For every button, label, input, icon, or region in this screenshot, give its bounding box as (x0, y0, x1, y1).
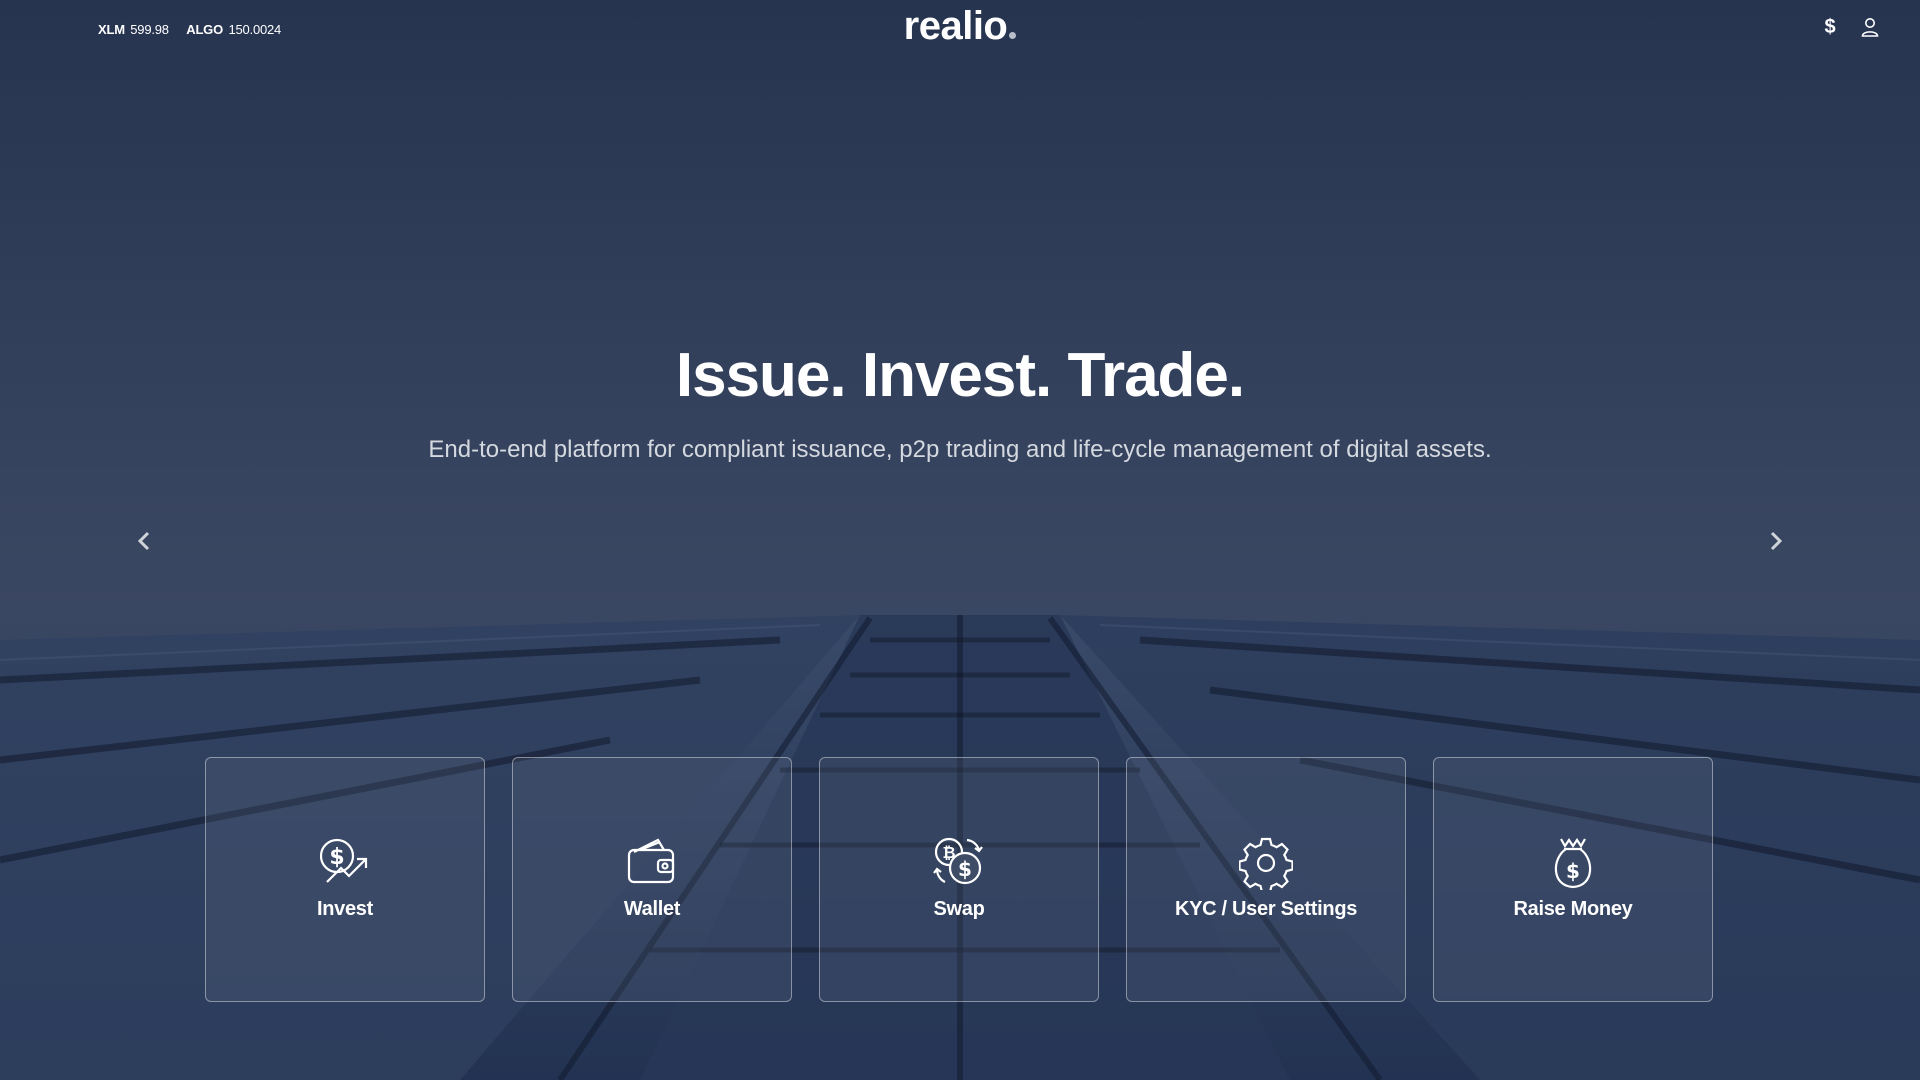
invest-card[interactable]: $ Invest (205, 757, 485, 1002)
swap-card[interactable]: ₿ $ Swap (819, 757, 1099, 1002)
raise-money-card[interactable]: $ Raise Money (1433, 757, 1713, 1002)
wallet-icon (627, 838, 675, 884)
svg-text:$: $ (329, 845, 344, 870)
carousel-prev-button[interactable] (129, 526, 159, 556)
chevron-left-icon (137, 531, 150, 551)
swap-icon: ₿ $ (933, 837, 983, 885)
invest-icon: $ (319, 838, 368, 883)
hero-title: Issue. Invest. Trade. (675, 341, 1245, 410)
realio-logo[interactable]: realio (0, 4, 1920, 49)
card-label: Wallet (623, 898, 681, 920)
svg-text:$: $ (1566, 859, 1580, 883)
kyc-settings-card[interactable]: KYC / User Settings (1126, 757, 1406, 1002)
hero-subtitle: End-to-end platform for compliant issuan… (428, 436, 1492, 463)
card-icon-wrap: $ (206, 836, 484, 890)
card-icon-wrap: ₿ $ (820, 836, 1098, 890)
carousel-next-button[interactable] (1761, 526, 1791, 556)
card-label: Swap (933, 898, 985, 920)
user-icon (1861, 18, 1879, 37)
card-label: Invest (316, 898, 373, 920)
wallet-card[interactable]: Wallet (512, 757, 792, 1002)
dollar-icon: $ (1824, 15, 1836, 38)
page: XLM 599.98 ALGO 150.0024 realio $ Issue.… (0, 0, 1920, 1080)
logo-text: realio (903, 4, 1008, 48)
chevron-right-icon (1770, 531, 1783, 551)
account-button[interactable] (1857, 14, 1883, 40)
currency-button[interactable]: $ (1817, 14, 1843, 40)
money-bag-icon: $ (1554, 838, 1592, 889)
card-label: Raise Money (1513, 898, 1633, 920)
card-icon-wrap: $ (1434, 836, 1712, 890)
card-icon-wrap (1127, 836, 1405, 890)
logo-dot (1009, 32, 1017, 39)
svg-text:$: $ (958, 857, 972, 881)
card-icon-wrap (513, 836, 791, 890)
gear-icon (1239, 837, 1293, 890)
card-label: KYC / User Settings (1174, 898, 1358, 920)
